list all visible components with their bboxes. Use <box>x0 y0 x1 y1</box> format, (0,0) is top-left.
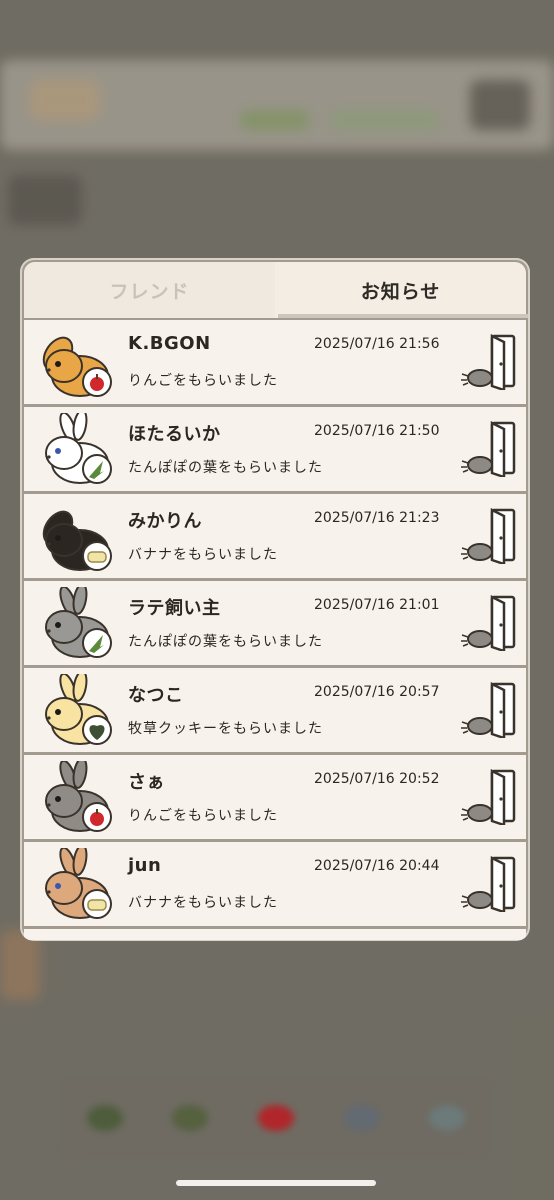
tab-friend[interactable]: フレンド <box>24 262 275 318</box>
gift-message: りんごをもらいました <box>128 808 278 824</box>
misc-item-icon <box>429 1105 466 1131</box>
gift-message: りんごをもらいました <box>128 373 278 389</box>
apple-item-icon <box>257 1105 294 1131</box>
timestamp: 2025/07/16 20:52 <box>314 771 440 787</box>
notification-row: ほたるいか 2025/07/16 21:50 たんぽぽの葉をもらいました <box>24 407 526 491</box>
visit-door-icon[interactable] <box>456 856 520 912</box>
sender-name: ラテ飼い主 <box>128 598 221 619</box>
gift-message: バナナをもらいました <box>128 895 278 911</box>
notification-row: ラテ飼い主 2025/07/16 21:01 たんぽぽの葉をもらいました <box>24 581 526 665</box>
brush-item-icon <box>343 1105 380 1131</box>
notification-row: なつこ 2025/07/16 20:57 牧草クッキーをもらいました <box>24 668 526 752</box>
notification-row: さぁ 2025/07/16 20:52 りんごをもらいました <box>24 755 526 839</box>
notification-modal: フレンド お知らせ K.BGON 2025/07/16 21:56 りんごをもら… <box>20 258 530 941</box>
gift-message: 牧草クッキーをもらいました <box>128 721 323 737</box>
visit-door-icon[interactable] <box>456 682 520 738</box>
tab-notice[interactable]: お知らせ <box>275 262 526 318</box>
notification-row: jun 2025/07/16 20:44 バナナをもらいました <box>24 842 526 926</box>
leaf-item-icon <box>172 1105 209 1131</box>
tab-bar: フレンド お知らせ <box>24 262 526 318</box>
sender-name: ほたるいか <box>128 424 221 445</box>
sender-name: なつこ <box>128 685 184 706</box>
visit-door-icon[interactable] <box>456 595 520 651</box>
notification-row: K.BGON 2025/07/16 21:56 りんごをもらいました <box>24 320 526 404</box>
timestamp: 2025/07/16 21:01 <box>314 597 440 613</box>
timestamp: 2025/07/16 21:23 <box>314 510 440 526</box>
visit-door-icon[interactable] <box>456 508 520 564</box>
visit-door-icon[interactable] <box>456 421 520 477</box>
notification-list[interactable]: K.BGON 2025/07/16 21:56 りんごをもらいました ほたるいか… <box>24 320 526 940</box>
rabbit-avatar-icon <box>45 413 112 484</box>
gift-message: たんぽぽの葉をもらいました <box>128 634 323 650</box>
visit-door-icon[interactable] <box>456 334 520 390</box>
rabbit-avatar-icon <box>45 587 112 658</box>
visit-door-icon[interactable] <box>456 769 520 825</box>
active-tab-indicator <box>278 314 528 318</box>
rabbit-avatar-icon <box>45 674 112 745</box>
timestamp: 2025/07/16 21:50 <box>314 423 440 439</box>
gift-message: たんぽぽの葉をもらいました <box>128 460 323 476</box>
timestamp: 2025/07/16 20:57 <box>314 684 440 700</box>
hay-item-icon <box>86 1105 123 1131</box>
sender-name: さぁ <box>128 772 165 793</box>
gift-message: バナナをもらいました <box>128 547 278 563</box>
rabbit-avatar-icon <box>42 510 112 571</box>
home-indicator[interactable] <box>176 1180 376 1186</box>
rabbit-avatar-icon <box>45 761 112 832</box>
sender-name: K.BGON <box>128 333 211 354</box>
timestamp: 2025/07/16 20:44 <box>314 858 440 874</box>
sender-name: jun <box>128 855 162 876</box>
bottom-toolbar <box>62 1078 490 1158</box>
sender-name: みかりん <box>128 511 202 532</box>
notification-row-partial <box>24 929 526 940</box>
timestamp: 2025/07/16 21:56 <box>314 336 440 352</box>
rabbit-avatar-icon <box>42 336 112 397</box>
notification-row: みかりん 2025/07/16 21:23 バナナをもらいました <box>24 494 526 578</box>
rabbit-avatar-icon <box>45 848 112 919</box>
